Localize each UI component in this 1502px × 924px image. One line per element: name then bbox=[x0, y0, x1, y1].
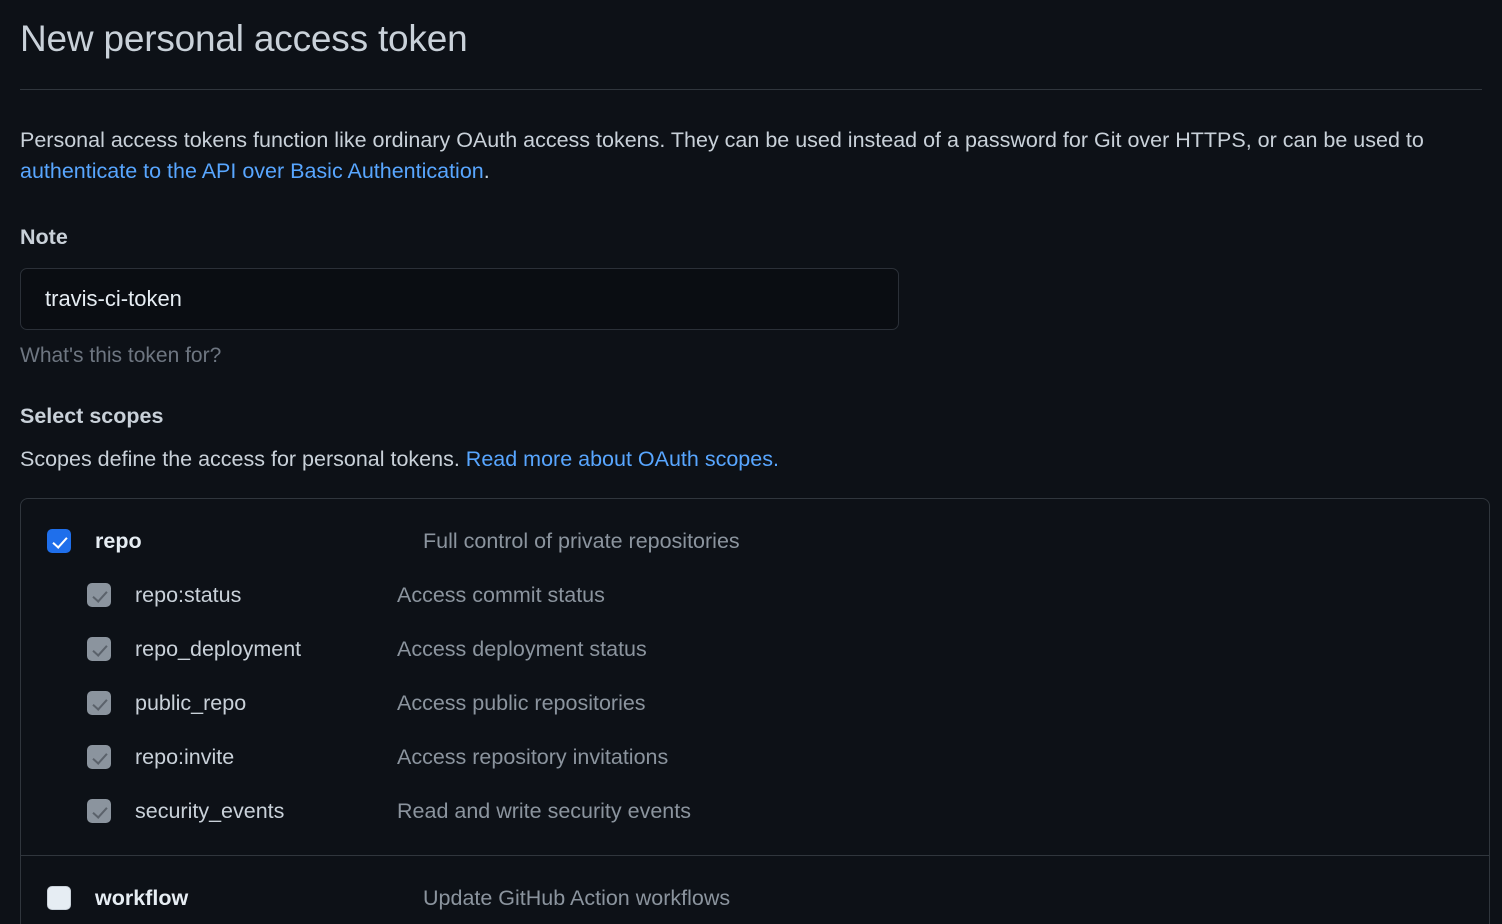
scope-name-repo-deployment: repo_deployment bbox=[135, 636, 302, 661]
title-divider bbox=[20, 88, 1482, 90]
scopes-description-text: Scopes define the access for personal to… bbox=[20, 447, 466, 472]
note-label: Note bbox=[20, 225, 68, 250]
scope-row-repo[interactable]: repo Full control of private repositorie… bbox=[21, 521, 1489, 561]
scope-row-repo-status[interactable]: repo:status Access commit status bbox=[21, 575, 1489, 615]
checkbox-public-repo-icon bbox=[87, 691, 111, 716]
basic-authentication-link[interactable]: authenticate to the API over Basic Authe… bbox=[20, 159, 484, 183]
checkbox-repo-deployment-icon bbox=[87, 637, 111, 662]
checkbox-repo-status-icon bbox=[87, 583, 111, 608]
scope-row-public-repo[interactable]: public_repo Access public repositories bbox=[21, 683, 1489, 723]
scope-group-workflow: workflow Update GitHub Action workflows bbox=[21, 855, 1489, 924]
scope-name-workflow: workflow bbox=[95, 885, 189, 910]
scope-description-repo-deployment: Access deployment status bbox=[397, 636, 647, 661]
intro-text-after: . bbox=[483, 158, 490, 183]
scopes-description: Scopes define the access for personal to… bbox=[20, 447, 1482, 472]
intro-text-before: Personal access tokens function like ord… bbox=[20, 127, 1424, 152]
select-scopes-heading: Select scopes bbox=[20, 404, 164, 429]
note-input[interactable] bbox=[20, 268, 899, 331]
checkbox-security-events-icon bbox=[87, 799, 111, 824]
scope-name-repo-status: repo:status bbox=[135, 582, 242, 607]
scope-description-repo-status: Access commit status bbox=[397, 582, 605, 607]
scope-row-workflow[interactable]: workflow Update GitHub Action workflows bbox=[21, 878, 1489, 918]
scope-row-repo-invite[interactable]: repo:invite Access repository invitation… bbox=[21, 737, 1489, 777]
oauth-scopes-link[interactable]: Read more about OAuth scopes. bbox=[466, 447, 779, 471]
checkbox-repo-invite-icon bbox=[87, 745, 111, 770]
scope-description-public-repo: Access public repositories bbox=[397, 690, 646, 715]
page-title: New personal access token bbox=[20, 18, 468, 59]
checkbox-repo-icon[interactable] bbox=[47, 529, 71, 554]
scope-row-repo-deployment[interactable]: repo_deployment Access deployment status bbox=[21, 629, 1489, 669]
scope-name-public-repo: public_repo bbox=[135, 690, 247, 715]
scope-description-repo: Full control of private repositories bbox=[423, 528, 740, 553]
scope-description-workflow: Update GitHub Action workflows bbox=[423, 885, 731, 910]
scope-name-security-events: security_events bbox=[135, 798, 285, 823]
scope-name-repo: repo bbox=[95, 528, 142, 553]
scopes-container: repo Full control of private repositorie… bbox=[20, 498, 1490, 924]
intro-paragraph: Personal access tokens function like ord… bbox=[20, 125, 1482, 188]
new-personal-access-token-page: New personal access token Personal acces… bbox=[0, 0, 1502, 924]
scope-row-security-events[interactable]: security_events Read and write security … bbox=[21, 791, 1489, 831]
scope-description-repo-invite: Access repository invitations bbox=[397, 744, 669, 769]
checkbox-workflow-icon[interactable] bbox=[47, 886, 71, 911]
note-hint: What's this token for? bbox=[20, 344, 222, 368]
scope-name-repo-invite: repo:invite bbox=[135, 744, 235, 769]
scope-description-security-events: Read and write security events bbox=[397, 798, 691, 823]
scope-group-repo: repo Full control of private repositorie… bbox=[21, 499, 1489, 855]
